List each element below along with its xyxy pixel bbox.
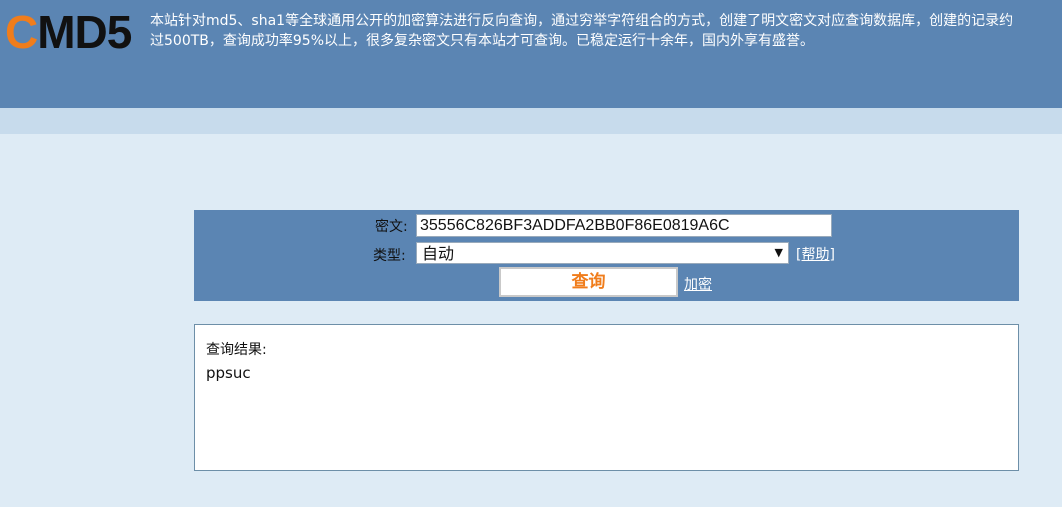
query-button[interactable]: 查询 <box>499 267 678 297</box>
result-panel: 查询结果: ppsuc <box>194 324 1019 471</box>
cipher-input[interactable] <box>416 214 832 237</box>
intro-line-2: 过500TB，查询成功率95%以上，很多复杂密文只有本站才可查询。已稳定运行十余… <box>150 33 814 49</box>
dropdown-arrow-icon: ▼ <box>774 246 783 259</box>
cmd5-logo[interactable]: CMD5 <box>5 8 132 56</box>
site-header: CMD5 本站针对md5、sha1等全球通用公开的加密算法进行反向查询，通过穷举… <box>0 0 1062 108</box>
type-label: 类型: <box>373 248 406 264</box>
help-link[interactable]: [帮助] <box>796 246 835 264</box>
encrypt-link[interactable]: 加密 <box>684 276 712 294</box>
query-form: 密文: 类型: 自动 ▼ [帮助] 查询 加密 <box>194 210 1019 301</box>
nav-subbar <box>0 108 1062 134</box>
type-select[interactable]: 自动 ▼ <box>416 242 789 264</box>
result-title: 查询结果: <box>206 342 267 358</box>
result-value: ppsuc <box>206 364 251 382</box>
cipher-label: 密文: <box>375 219 408 235</box>
intro-line-1: 本站针对md5、sha1等全球通用公开的加密算法进行反向查询，通过穷举字符组合的… <box>150 13 1014 29</box>
site-intro-text: 本站针对md5、sha1等全球通用公开的加密算法进行反向查询，通过穷举字符组合的… <box>150 11 1062 55</box>
type-select-value: 自动 <box>422 244 455 263</box>
